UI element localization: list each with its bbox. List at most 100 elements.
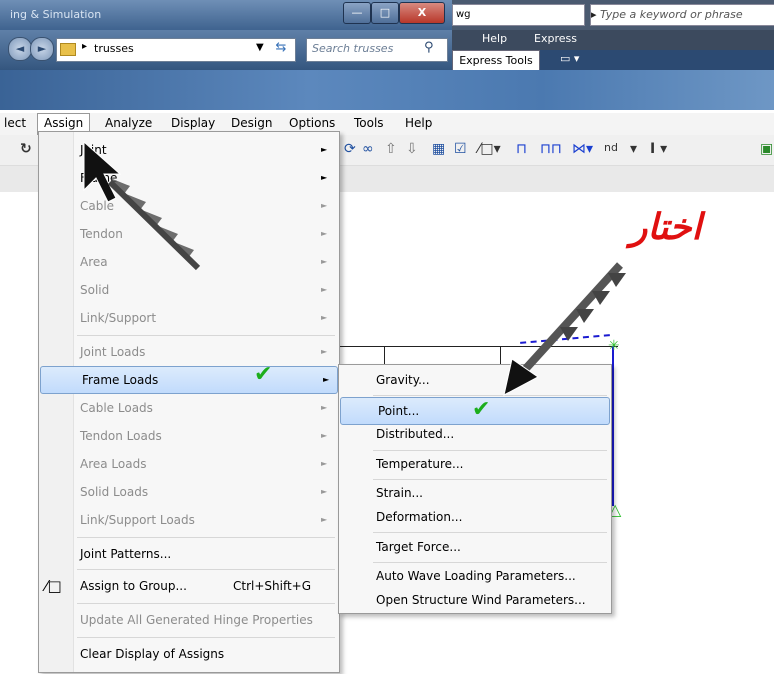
- toolbar-nd-label[interactable]: nd: [604, 141, 618, 154]
- menu-item-label: Deformation...: [376, 510, 463, 524]
- menu-item-label: Open Structure Wind Parameters...: [376, 593, 586, 607]
- submenu-arrow-icon: ►: [321, 285, 328, 294]
- submenu-item-auto-wave[interactable]: Auto Wave Loading Parameters...: [339, 563, 611, 589]
- up-arrow-icon[interactable]: ⇧: [385, 141, 397, 157]
- menu-item-label: Strain...: [376, 486, 423, 500]
- menu-analyze[interactable]: Analyze: [105, 116, 152, 130]
- view-3d-icon[interactable]: ⟳: [344, 141, 356, 157]
- menu-item-label: Clear Display of Assigns: [80, 647, 225, 661]
- address-dropdown-icon[interactable]: ▼: [256, 42, 264, 53]
- menu-display[interactable]: Display: [171, 116, 215, 130]
- trail-line: [517, 262, 623, 378]
- menu-item-label: Auto Wave Loading Parameters...: [376, 569, 576, 583]
- window-title: ing & Simulation: [10, 8, 102, 21]
- folder-icon: [60, 43, 76, 56]
- submenu-arrow-icon: ►: [321, 313, 328, 322]
- dropdown-icon[interactable]: ▾: [630, 141, 637, 157]
- minimize-button[interactable]: —: [343, 2, 371, 24]
- menu-item-link-support[interactable]: Link/Support ►: [39, 305, 339, 331]
- search-icon[interactable]: ⚲: [424, 40, 434, 55]
- menu-design[interactable]: Design: [231, 116, 272, 130]
- keyword-search-input[interactable]: ▸ Type a keyword or phrase: [590, 4, 774, 26]
- submenu-arrow-icon: ►: [321, 515, 328, 524]
- motion-trail: [110, 178, 194, 258]
- glasses-icon[interactable]: ∞: [362, 141, 374, 157]
- submenu-arrow-icon: ►: [321, 145, 328, 154]
- rotate-icon[interactable]: ↻: [20, 141, 32, 157]
- motion-trail: [560, 273, 626, 341]
- arabic-annotation: اختار: [630, 206, 702, 248]
- submenu-item-strain[interactable]: Strain...: [339, 480, 611, 506]
- portal-frame-icon[interactable]: ⊓⊓: [540, 141, 562, 157]
- close-button[interactable]: X: [399, 2, 445, 24]
- submenu-arrow-icon: ►: [321, 173, 328, 182]
- menu-item-link-support-loads[interactable]: Link/Support Loads ►: [39, 507, 339, 533]
- cursor-arrow-annotation: [83, 140, 201, 271]
- menu-item-label: Assign to Group...: [80, 579, 187, 593]
- menu-separator: [373, 532, 607, 533]
- breadcrumb-chevron-icon: ▸: [82, 41, 88, 52]
- menu-item-assign-to-group[interactable]: ⁄□ Assign to Group... Ctrl+Shift+G: [39, 573, 339, 599]
- green-check-icon: ✔: [254, 362, 273, 387]
- menu-item-label: Target Force...: [376, 540, 461, 554]
- menu-item-label: Frame Loads: [82, 373, 159, 387]
- ribbon-options-icon[interactable]: ▭ ▾: [560, 52, 579, 65]
- address-path: trusses: [94, 42, 134, 55]
- menu-item-label: Tendon Loads: [80, 429, 162, 443]
- menu-item-update-hinge-properties[interactable]: Update All Generated Hinge Properties: [39, 607, 339, 633]
- menu-options[interactable]: Options: [289, 116, 335, 130]
- grid-select-icon[interactable]: ▦: [432, 141, 445, 157]
- submenu-item-target-force[interactable]: Target Force...: [339, 534, 611, 560]
- menu-separator: [77, 569, 335, 570]
- submenu-item-deformation[interactable]: Deformation...: [339, 504, 611, 530]
- checkbox-icon[interactable]: ☑: [454, 141, 467, 157]
- menu-item-label: Area Loads: [80, 457, 147, 471]
- submenu-arrow-icon: ►: [321, 201, 328, 210]
- ribbon-help[interactable]: Help: [482, 32, 507, 45]
- submenu-item-temperature[interactable]: Temperature...: [339, 451, 611, 477]
- menu-item-label: Joint Loads: [80, 345, 146, 359]
- ribbon-express[interactable]: Express: [534, 32, 577, 45]
- menu-item-label: Gravity...: [376, 373, 430, 387]
- menu-separator: [77, 537, 335, 538]
- submenu-item-distributed[interactable]: Distributed...: [339, 421, 611, 447]
- menu-item-area-loads[interactable]: Area Loads ►: [39, 451, 339, 477]
- frame-icon[interactable]: ⊓: [516, 141, 527, 157]
- menu-tools[interactable]: Tools: [354, 116, 384, 130]
- submenu-arrow-icon: ►: [321, 347, 328, 356]
- assign-group-icon[interactable]: ⁄□▾: [478, 141, 501, 157]
- menu-item-solid-loads[interactable]: Solid Loads ►: [39, 479, 339, 505]
- toolbar-more-icon[interactable]: ▣: [760, 141, 773, 157]
- menu-item-label: Solid Loads: [80, 485, 149, 499]
- submenu-arrow-icon: ►: [321, 403, 328, 412]
- drawing-name-field[interactable]: wg: [452, 4, 585, 26]
- menu-item-cable-loads[interactable]: Cable Loads ►: [39, 395, 339, 421]
- back-arrow-icon[interactable]: ◄: [8, 37, 32, 61]
- trail-line: [107, 179, 201, 271]
- menu-separator: [77, 603, 335, 604]
- submenu-item-open-structure-wind[interactable]: Open Structure Wind Parameters...: [339, 587, 611, 613]
- menu-item-tendon-loads[interactable]: Tendon Loads ►: [39, 423, 339, 449]
- menu-select[interactable]: lect: [4, 116, 26, 130]
- assign-group-icon: ⁄□: [45, 577, 62, 595]
- submenu-arrow-icon: ►: [321, 459, 328, 468]
- submenu-arrow-icon: ►: [321, 229, 328, 238]
- submenu-arrow-icon: ►: [321, 431, 328, 440]
- structure-member: [384, 346, 385, 366]
- menu-help[interactable]: Help: [405, 116, 432, 130]
- menu-separator: [77, 335, 335, 336]
- maximize-button[interactable]: □: [371, 2, 399, 24]
- search-arrow-icon: ▸: [591, 8, 601, 21]
- forward-arrow-icon[interactable]: ►: [30, 37, 54, 61]
- refresh-icon[interactable]: ⇆: [272, 40, 290, 58]
- menu-item-label: Joint Patterns...: [80, 547, 172, 561]
- menu-item-frame-loads[interactable]: Frame Loads ►: [40, 366, 338, 394]
- down-arrow-icon[interactable]: ⇩: [406, 141, 418, 157]
- truss-icon[interactable]: ⋈▾: [572, 141, 593, 157]
- menu-item-joint-patterns[interactable]: Joint Patterns...: [39, 541, 339, 567]
- menu-item-clear-display[interactable]: Clear Display of Assigns: [39, 641, 339, 667]
- submenu-arrow-icon: ►: [323, 375, 330, 384]
- menu-item-joint-loads[interactable]: Joint Loads ►: [39, 339, 339, 365]
- section-i-icon[interactable]: I ▾: [650, 141, 667, 157]
- express-tools-tab[interactable]: Express Tools: [452, 50, 540, 72]
